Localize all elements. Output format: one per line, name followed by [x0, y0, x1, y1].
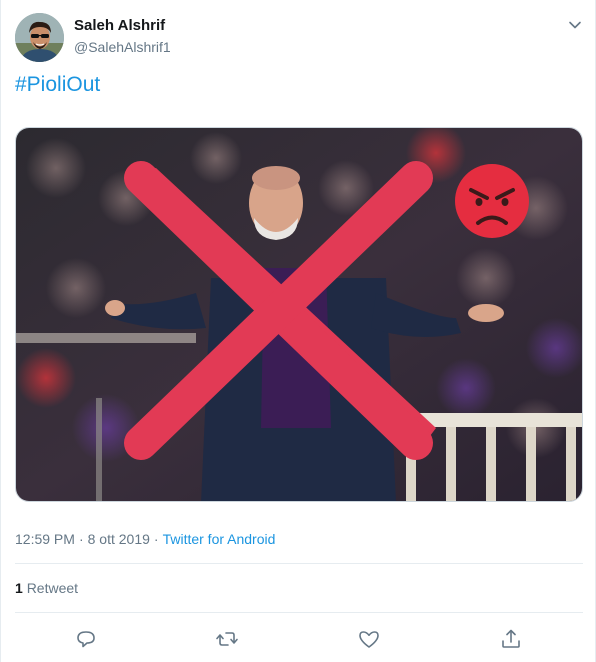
avatar[interactable]: [15, 13, 64, 62]
tweet-meta: 12:59 PM · 8 ott 2019 · Twitter for Android: [15, 531, 275, 547]
share-icon[interactable]: [499, 627, 523, 651]
retweet-icon[interactable]: [215, 627, 239, 651]
hashtag-link[interactable]: #PioliOut: [15, 73, 100, 97]
author-display-name[interactable]: Saleh Alshrif: [74, 17, 165, 34]
tweet-source-link[interactable]: Twitter for Android: [163, 531, 276, 547]
author-handle[interactable]: @SalehAlshrif1: [74, 39, 171, 55]
photo-image: [16, 128, 582, 501]
divider: [15, 563, 583, 564]
like-icon[interactable]: [357, 627, 381, 651]
meta-separator: ·: [78, 531, 84, 547]
tweet-card: Saleh Alshrif @SalehAlshrif1 #PioliOut 1…: [0, 0, 596, 662]
retweet-stats[interactable]: 1 Retweet: [15, 580, 78, 596]
avatar-image: [15, 13, 64, 62]
retweet-label: Retweet: [26, 580, 79, 596]
angry-face-emoji: [455, 164, 529, 238]
chevron-down-icon[interactable]: [565, 15, 585, 35]
meta-separator: ·: [153, 531, 159, 547]
tweet-time[interactable]: 12:59 PM: [15, 531, 75, 547]
retweet-count: 1: [15, 580, 23, 596]
tweet-date[interactable]: 8 ott 2019: [88, 531, 150, 547]
divider: [15, 612, 583, 613]
tweet-photo[interactable]: [15, 127, 583, 502]
reply-icon[interactable]: [74, 627, 98, 651]
